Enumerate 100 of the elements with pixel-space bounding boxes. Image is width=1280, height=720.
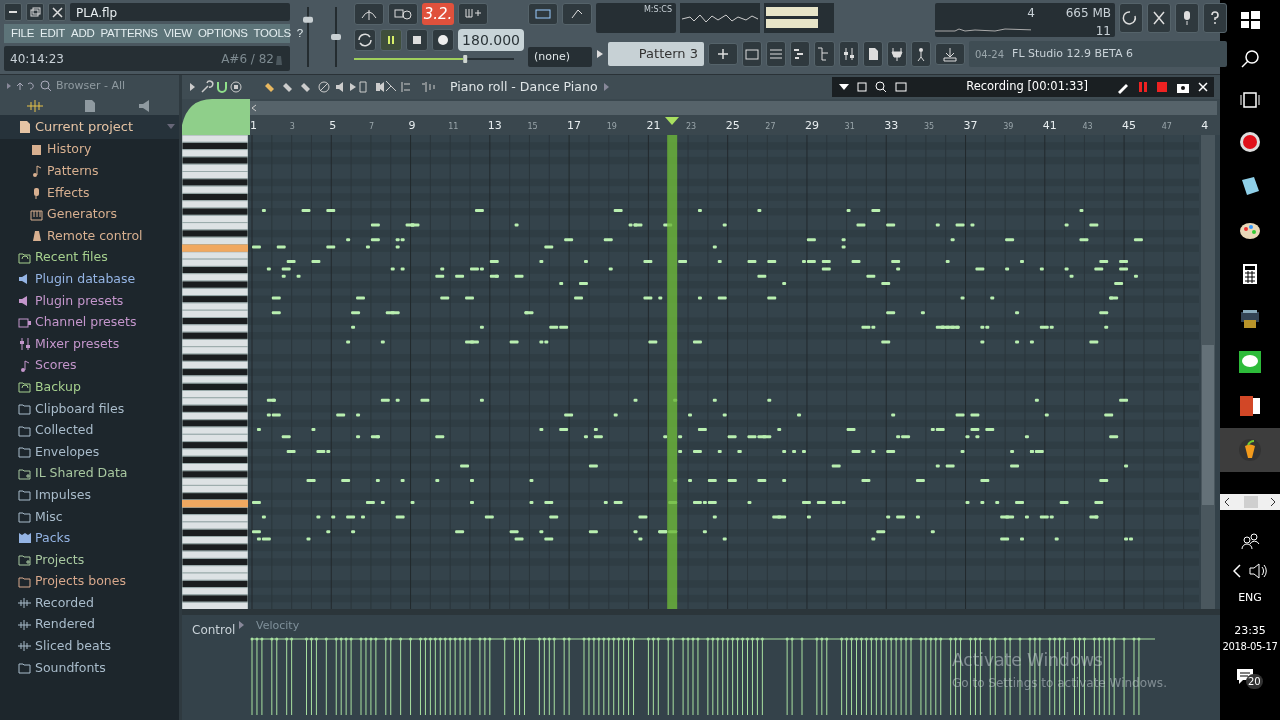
snap-dropdown[interactable]: (none) [528,47,592,67]
playlist-button[interactable] [742,41,763,67]
plug-button[interactable] [886,41,907,67]
add-pattern-button[interactable] [708,43,738,65]
pattern-selector[interactable]: Pattern 3 [608,42,704,66]
browser-item[interactable]: IL Shared Data [0,462,179,485]
ruler-number: 4 [1201,118,1209,134]
typing-keyboard-button[interactable] [528,3,558,25]
wait-button[interactable] [388,3,418,25]
browser-item[interactable]: Effects [0,182,179,204]
window-controls-drawing[interactable] [838,80,909,94]
piano-roll-button[interactable] [790,41,811,67]
cut-button[interactable] [1147,3,1171,33]
browser-item[interactable]: Current project [0,115,179,139]
record-button[interactable] [432,29,455,51]
browser-item[interactable]: Channel presets [0,311,179,334]
waveform-icon[interactable] [26,98,43,113]
slides-icon [1238,394,1262,418]
microphone-button[interactable] [1175,3,1199,33]
taskbar-app-button[interactable] [1220,428,1280,472]
browser-item[interactable]: Collected [0,419,179,442]
ruler-number: 35 [923,121,935,133]
browser-item[interactable]: Soundfonts [0,657,179,679]
browser-item[interactable]: Impulses [0,484,179,507]
browser-item[interactable]: Scores [0,354,179,377]
polyphony-readout: 11 [1095,23,1111,40]
play-arrow-icon[interactable] [596,49,604,59]
browser-item[interactable]: Rendered [0,614,179,636]
playhead-marker[interactable] [665,117,680,125]
metronome-button[interactable] [354,3,384,25]
clock-date[interactable]: 2018-05-17 [1222,639,1278,654]
browser-item[interactable]: Remote control [0,225,179,247]
windows-start-icon[interactable] [1238,8,1262,32]
blend-button[interactable] [562,3,592,25]
piano-roll-toolbar-drawing[interactable] [188,79,368,95]
browser-item[interactable]: Clipboard files [0,398,179,420]
menu-item[interactable]: VIEW [160,24,195,43]
menu-item[interactable]: PATTERNS [97,24,161,43]
stop-button[interactable] [406,29,429,51]
browser-item[interactable]: Packs [0,527,179,550]
browser-item[interactable]: Recorded [0,592,179,615]
browser-item[interactable]: Sliced beats [0,635,179,658]
close-button[interactable] [48,3,66,21]
browser-item[interactable]: Plugin database [0,268,179,291]
pause-button[interactable] [380,29,403,51]
slider-fill[interactable] [354,55,468,63]
help-button[interactable] [1203,3,1227,33]
menu-item[interactable]: OPTIONS [194,24,251,43]
ruler-number: 1 [250,118,257,134]
pause-icon[interactable] [1138,81,1148,93]
close-icon[interactable] [1198,82,1208,92]
control-label[interactable]: Control [192,621,236,639]
menu-item[interactable]: TOOLS [250,24,294,43]
file-icon[interactable] [83,98,96,113]
browser-item[interactable]: Patterns [0,160,179,183]
navigation-icon[interactable] [6,80,36,93]
music-note-icon [30,164,43,179]
arrow-icon[interactable] [603,82,610,92]
browser-button[interactable] [814,41,835,67]
menu-item[interactable]: ADD [68,24,98,43]
menu-item[interactable]: ? [293,24,306,43]
arrow-icon[interactable] [239,621,245,629]
browser-item[interactable]: Projects bones [0,570,179,593]
browser-item[interactable]: History [0,139,179,161]
reset-button[interactable] [1119,3,1143,33]
horizontal-scrollbar[interactable] [250,99,1217,117]
browser-item[interactable]: Misc [0,506,179,528]
velocity-label: Velocity [256,618,300,634]
stop-icon[interactable] [1156,81,1168,93]
browser-item[interactable]: Generators [0,203,179,226]
piano-keyboard-drawing[interactable] [182,135,248,609]
browser-item[interactable]: Plugin presets [0,290,179,312]
browser-item[interactable]: Envelopes [0,441,179,463]
browser-item[interactable]: Recent files [0,246,179,269]
download-button[interactable] [935,43,965,65]
chevron-icon[interactable] [1233,564,1241,578]
step-button[interactable] [458,3,488,25]
browser-item[interactable]: Projects [0,549,179,571]
language-indicator[interactable]: ENG [1238,590,1262,607]
vertical-scrollbar[interactable] [1199,135,1217,609]
camera-icon[interactable] [1176,81,1190,93]
browser-item[interactable]: Mixer presets [0,333,179,355]
restore-button[interactable] [26,3,44,21]
file-button[interactable] [862,41,883,67]
clock-time[interactable]: 23:35 [1222,622,1278,639]
channel-rack-button[interactable] [766,41,787,67]
note-grid[interactable] [248,135,1199,609]
mixer-button[interactable] [838,41,859,67]
volume-icon[interactable] [1249,563,1267,579]
slider-thumb[interactable] [331,34,341,40]
menu-item[interactable]: FILE [8,24,38,43]
tempo-display[interactable]: 180.000 [458,29,524,51]
loop-button[interactable] [354,29,376,51]
slider-thumb[interactable] [303,16,313,23]
horizontal-scrollbar[interactable] [1220,494,1280,510]
minimize-button[interactable] [4,3,22,21]
browser-item[interactable]: Backup [0,376,179,399]
menu-item[interactable]: EDIT [37,24,69,43]
main-pitch-slider[interactable] [354,55,514,63]
waveform-icon [18,596,31,611]
